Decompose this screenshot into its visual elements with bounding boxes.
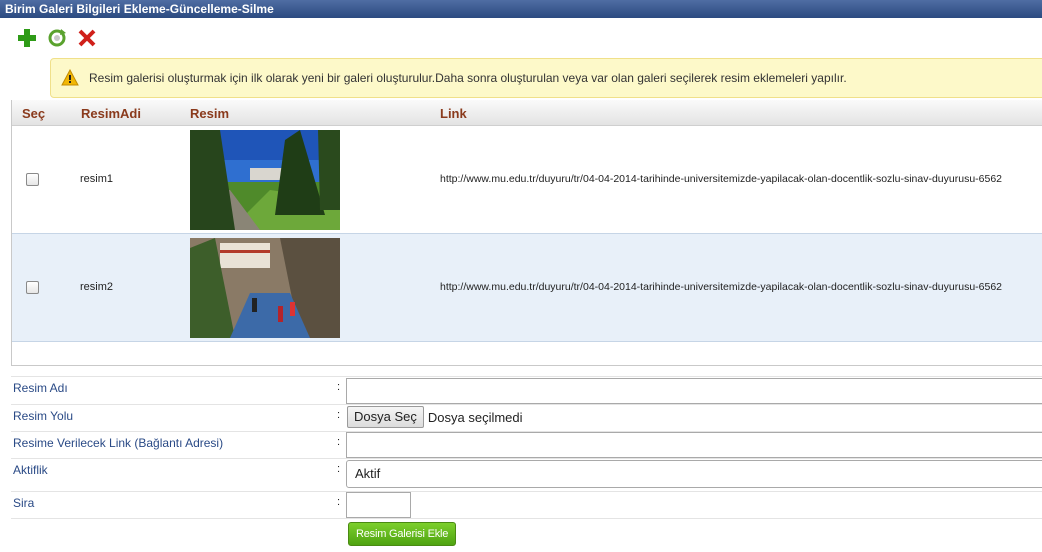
file-choose-button[interactable]: Dosya Seç bbox=[347, 406, 424, 428]
add-icon[interactable] bbox=[16, 27, 38, 49]
form-row-submit bbox=[11, 518, 1042, 548]
column-header-resim[interactable]: Resim bbox=[190, 106, 229, 121]
link-label: Resime Verilecek Link (Bağlantı Adresi) bbox=[13, 436, 224, 450]
info-warning-box: Resim galerisi oluşturmak için ilk olara… bbox=[50, 58, 1042, 98]
file-input[interactable]: Dosya Seç Dosya seçilmedi bbox=[347, 406, 523, 428]
grid-header: Seç ResimAdi Resim Link bbox=[12, 100, 1042, 126]
row-select-checkbox[interactable] bbox=[26, 281, 39, 294]
table-row[interactable]: resim2 http://www.mu.edu.tr/duyuru/tr/04… bbox=[12, 234, 1042, 342]
row-image-thumbnail bbox=[190, 238, 340, 338]
resim-adi-input[interactable] bbox=[346, 378, 1042, 404]
warning-text: Resim galerisi oluşturmak için ilk olara… bbox=[89, 71, 847, 85]
row-image-name: resim2 bbox=[80, 281, 114, 293]
row-image-thumbnail bbox=[190, 130, 340, 230]
aktiflik-select[interactable]: Aktif bbox=[346, 460, 1042, 488]
sira-input[interactable] bbox=[346, 492, 411, 518]
column-header-link[interactable]: Link bbox=[440, 106, 467, 121]
delete-icon[interactable] bbox=[76, 27, 98, 49]
warning-icon bbox=[61, 69, 79, 86]
resim-adi-label: Resim Adı bbox=[13, 381, 68, 395]
toolbar bbox=[16, 26, 98, 50]
form-row-resim-yolu: Resim Yolu : bbox=[11, 404, 1042, 431]
column-header-sec[interactable]: Seç bbox=[22, 106, 45, 121]
row-select-checkbox[interactable] bbox=[26, 173, 39, 186]
link-input[interactable] bbox=[346, 432, 1042, 458]
row-link: http://www.mu.edu.tr/duyuru/tr/04-04-201… bbox=[440, 173, 1003, 185]
file-status-text: Dosya seçilmedi bbox=[427, 409, 523, 425]
form-row-sira: Sira : bbox=[11, 491, 1042, 518]
sira-label: Sira bbox=[13, 496, 35, 510]
aktiflik-label: Aktiflik bbox=[13, 463, 48, 477]
add-gallery-button[interactable]: Resim Galerisi Ekle bbox=[348, 522, 457, 546]
image-grid: Seç ResimAdi Resim Link resim1 http://ww… bbox=[11, 100, 1042, 366]
panel-title: Birim Galeri Bilgileri Ekleme-Güncelleme… bbox=[0, 0, 1042, 18]
refresh-icon[interactable] bbox=[46, 27, 68, 49]
row-image-name: resim1 bbox=[80, 173, 114, 185]
table-row[interactable]: resim1 http://www.mu.edu.tr/duyuru/tr/04… bbox=[12, 126, 1042, 234]
column-header-resimadi[interactable]: ResimAdi bbox=[81, 106, 141, 121]
row-link: http://www.mu.edu.tr/duyuru/tr/04-04-201… bbox=[440, 281, 1003, 293]
resim-yolu-label: Resim Yolu bbox=[13, 409, 74, 423]
